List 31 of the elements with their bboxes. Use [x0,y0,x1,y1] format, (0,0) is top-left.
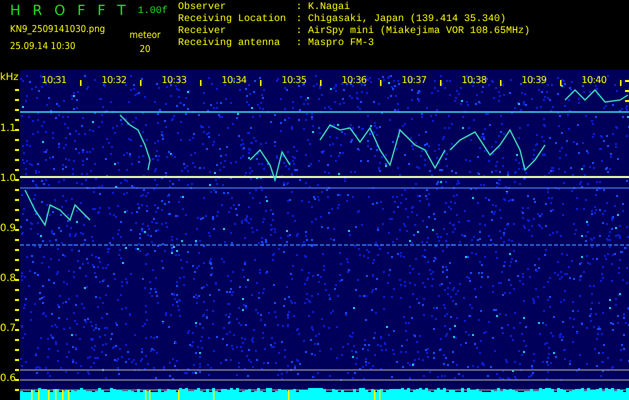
info-value: : Maspro FM-3 [296,38,374,50]
info-label: Receiver [178,26,228,38]
time-label: 10:39 [520,75,548,86]
time-label: 10:36 [340,75,368,86]
info-label: Observer [178,2,228,14]
y-axis-label: 0.6 [0,373,16,384]
time-label: 10:32 [100,75,128,86]
time-label: 10:40 [580,75,608,86]
time-label: 10:35 [280,75,308,86]
info-value: : Chigasaki, Japan (139.414 35.340) [296,14,506,26]
app-title: HROFFT [10,2,138,20]
version-label: 1.00f [138,6,168,16]
date-time: 25.09.14 10:30 [10,41,76,52]
mode-label: meteor [130,30,160,41]
time-label: 10:38 [460,75,488,86]
time-label: 10:33 [160,75,188,86]
info-label: Receiving Location [178,14,288,26]
mode-value: 20 [140,44,150,55]
time-label: 10:31 [40,75,68,86]
y-axis-label: 0.8 [0,273,16,284]
y-axis-label: 0.9 [0,223,16,234]
time-label: 10:34 [220,75,248,86]
info-value: : K.Nagai [296,2,350,14]
file-name: KN9_2509141030.png [10,24,106,35]
y-axis-label: 0.7 [0,323,16,334]
time-label: 10:37 [400,75,428,86]
y-axis-label: 1.0 [0,173,16,184]
axis-unit: kHz [0,72,19,83]
info-value: : AirSpy mini (Miakejima VOR 108.65MHz) [296,26,530,38]
y-axis-label: 1.1 [0,123,16,134]
info-label: Receiving antenna [178,38,282,50]
